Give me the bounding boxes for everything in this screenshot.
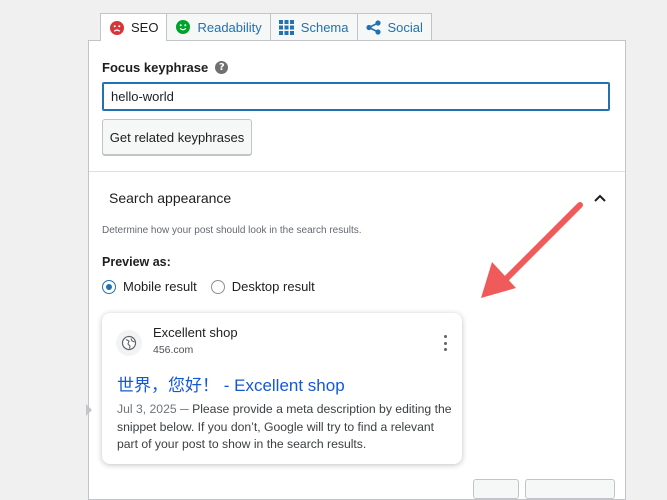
- mobile-result-radio[interactable]: [102, 279, 116, 294]
- search-appearance-title[interactable]: Search appearance: [109, 190, 231, 206]
- desktop-result-option[interactable]: Desktop result: [210, 279, 315, 294]
- help-icon[interactable]: ?: [215, 61, 229, 74]
- tab-seo-label: SEO: [131, 20, 159, 35]
- sad-face-icon: [109, 20, 125, 36]
- get-related-keyphrases-button[interactable]: Get related keyphrases: [102, 119, 252, 155]
- section-divider: [89, 171, 625, 172]
- smile-face-icon: [175, 19, 191, 35]
- tab-readability[interactable]: Readability: [166, 13, 271, 40]
- focus-keyphrase-label-text: Focus keyphrase: [102, 60, 209, 75]
- share-icon: [366, 19, 382, 35]
- tab-schema[interactable]: Schema: [269, 13, 358, 40]
- preview-date: Jul 3, 2025: [117, 402, 177, 416]
- focus-keyphrase-label: Focus keyphrase ?: [102, 60, 229, 75]
- metabox-tabs: SEO Readability Schema Social: [100, 13, 432, 41]
- preview-as-label: Preview as:: [102, 255, 171, 269]
- preview-title[interactable]: 世界，您好！ - Excellent shop: [117, 371, 345, 396]
- mobile-result-option[interactable]: Mobile result: [102, 279, 197, 294]
- caret-right-icon: [86, 404, 92, 416]
- desktop-result-label: Desktop result: [231, 279, 315, 294]
- tab-seo[interactable]: SEO: [100, 13, 168, 41]
- mobile-result-label: Mobile result: [123, 279, 197, 294]
- tab-schema-label: Schema: [300, 19, 349, 35]
- search-appearance-description: Determine how your post should look in t…: [102, 225, 362, 236]
- preview-url: 456.com: [153, 344, 194, 356]
- focus-keyphrase-input[interactable]: hello-world: [102, 82, 610, 111]
- seo-panel: Focus keyphrase ? hello-world Get relate…: [88, 40, 626, 500]
- tab-social[interactable]: Social: [356, 13, 432, 40]
- preview-snippet: Jul 3, 2025 ─ Please provide a meta desc…: [117, 401, 452, 454]
- bottom-button[interactable]: [473, 479, 519, 499]
- tab-readability-label: Readability: [197, 19, 262, 35]
- tab-social-label: Social: [387, 19, 423, 35]
- grid-icon: [279, 19, 295, 35]
- preview-site-name: Excellent shop: [153, 325, 238, 340]
- bottom-button-wide[interactable]: [525, 479, 615, 499]
- google-preview-card: Excellent shop 456.com 世界，您好！ - Excellen…: [102, 313, 462, 464]
- globe-icon: [116, 330, 142, 356]
- preview-mode-radio-group: Mobile result Desktop result: [102, 279, 329, 294]
- desktop-result-radio[interactable]: [210, 279, 225, 294]
- preview-separator: ─: [176, 402, 193, 416]
- more-options-icon[interactable]: [442, 335, 448, 351]
- chevron-up-icon[interactable]: [593, 191, 607, 205]
